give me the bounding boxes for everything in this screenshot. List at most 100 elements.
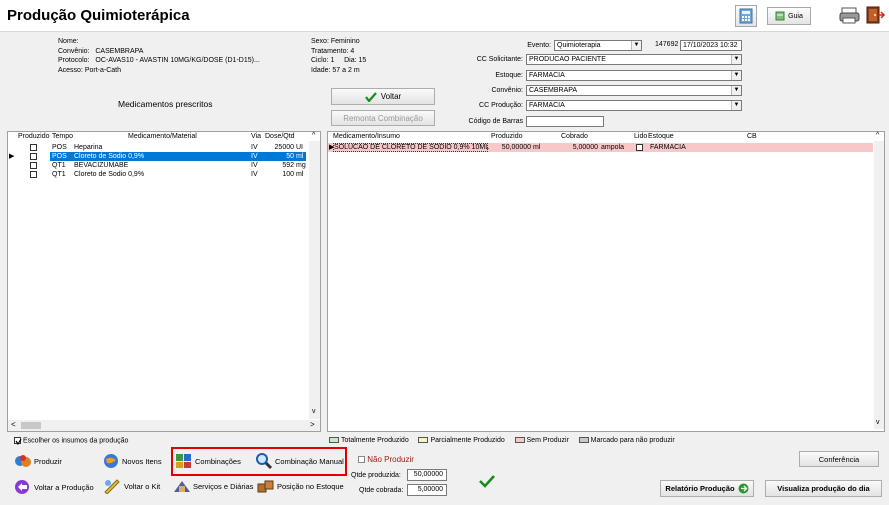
- produzido-checkbox[interactable]: [30, 171, 37, 178]
- estoque-label: Estoque:: [495, 72, 523, 79]
- arrow-right-circle-icon: [738, 483, 749, 494]
- calculator-button[interactable]: [735, 5, 757, 27]
- row-medicamento: Cloreto de Sodio 0,9%: [74, 153, 145, 160]
- section-title: Medicamentos prescritos: [118, 99, 213, 109]
- globe-icon: [104, 454, 118, 468]
- col-produzido: Produzido: [18, 133, 50, 140]
- cc-solicitante-select[interactable]: PRODUCAO PACIENTE ▼: [526, 54, 742, 65]
- scroll-up-icon[interactable]: ^: [876, 132, 879, 139]
- row-tempo: QT1: [52, 162, 66, 169]
- row-estoque: FARMACIA: [650, 144, 686, 151]
- table-row[interactable]: QT1 Cloreto de Sodio 0,9% IV 100 ml: [8, 170, 306, 179]
- prescribed-meds-table: Produzido Tempo Medicamento/Material Via…: [7, 131, 321, 432]
- scroll-up-icon[interactable]: ^: [312, 132, 315, 139]
- scroll-down-icon[interactable]: v: [312, 408, 316, 415]
- escolher-insumos-checkbox[interactable]: Escolher os insumos da produção: [14, 437, 128, 445]
- row-cobrado: 5,00000: [572, 144, 598, 151]
- scroll-left-icon[interactable]: <: [11, 420, 16, 429]
- title-bar: Produção Quimioterápica Guia: [0, 0, 889, 32]
- codigo-barras-input[interactable]: [526, 116, 604, 127]
- nao-produzir-label: Não Produzir: [367, 455, 414, 464]
- produzido-checkbox[interactable]: [30, 162, 37, 169]
- patient-sexo: Sexo: Feminino: [311, 38, 360, 45]
- scroll-down-icon[interactable]: v: [876, 419, 880, 426]
- row-insumo: SOLUCAO DE CLORETO DE SODIO 0,9% 10ML: [334, 144, 490, 151]
- row-dose: 25000: [274, 144, 294, 151]
- col-medicamento: Medicamento/Material: [128, 133, 197, 140]
- posicao-estoque-button[interactable]: Posição no Estoque: [257, 478, 344, 494]
- legend-item: Totalmente Produzido: [329, 437, 409, 444]
- printer-button[interactable]: [839, 5, 861, 25]
- guia-button[interactable]: Guia: [767, 7, 811, 25]
- col-dose: Dose/Qtd: [265, 133, 295, 140]
- nao-produzir-checkbox[interactable]: Não Produzir: [358, 455, 414, 464]
- patient-tratamento: Tratamento: 4: [311, 47, 355, 55]
- evento-select[interactable]: Quimioterapia ▼: [554, 40, 642, 51]
- voltar-button[interactable]: Voltar: [331, 88, 435, 105]
- confirm-button[interactable]: [479, 474, 495, 490]
- combinacoes-button[interactable]: Combinações: [175, 453, 241, 469]
- convenio-select[interactable]: CASEMBRAPA ▼: [526, 85, 742, 96]
- qtde-produzida-label: Qtde produzida:: [351, 472, 401, 479]
- checkmark-icon: [15, 438, 22, 445]
- patient-ciclo: Ciclo: 1: [311, 57, 335, 64]
- col-produzido: Produzido: [491, 133, 523, 140]
- checkmark-icon: [364, 91, 377, 102]
- novos-itens-button[interactable]: Novos Itens: [103, 453, 162, 469]
- checkmark-icon: [479, 475, 495, 488]
- voltar-producao-button[interactable]: Voltar a Produção: [14, 479, 94, 495]
- visualiza-producao-button[interactable]: Visualiza produção do dia: [765, 480, 882, 497]
- cc-producao-select[interactable]: FARMACIA ▼: [526, 100, 742, 111]
- qtde-cobrada-input[interactable]: 5,00000: [407, 484, 447, 496]
- patient-idade: Idade: 57 a 2 m: [311, 66, 360, 74]
- col-cobrado: Cobrado: [561, 133, 588, 140]
- table-row[interactable]: ▶ SOLUCAO DE CLORETO DE SODIO 0,9% 10ML …: [328, 143, 873, 152]
- remonta-combinacao-button[interactable]: Remonta Combinação: [331, 110, 435, 126]
- convenio-value: CASEMBRAPA: [529, 87, 578, 94]
- table-row-selected[interactable]: ▶ POS Cloreto de Sodio 0,9% IV 50 ml: [8, 152, 306, 161]
- checkbox-box[interactable]: [358, 456, 365, 464]
- convenio-label: Convênio:: [58, 47, 90, 55]
- chevron-down-icon: ▼: [731, 86, 741, 95]
- col-cb: CB: [747, 133, 757, 140]
- boxes-icon: [257, 480, 274, 493]
- cc-producao-value: FARMACIA: [529, 102, 565, 109]
- row-medicamento: Heparina: [74, 144, 103, 151]
- voltar-label: Voltar: [380, 92, 402, 101]
- vertical-scrollbar[interactable]: [874, 141, 884, 429]
- table-row[interactable]: POS Heparina IV 25000 UI: [8, 143, 306, 152]
- row-dose: 592: [282, 162, 294, 169]
- row-pointer-icon: ▶: [9, 153, 15, 160]
- produzido-checkbox[interactable]: [30, 153, 37, 160]
- qtde-produzida-input[interactable]: 50,00000: [407, 469, 447, 481]
- scroll-thumb[interactable]: [21, 422, 41, 429]
- row-unit: UI: [296, 144, 303, 151]
- col-via: Via: [251, 133, 261, 140]
- col-insumo: Medicamento/Insumo: [333, 133, 400, 140]
- combinations-icon: [176, 454, 191, 468]
- cc-solicitante-value: PRODUCAO PACIENTE: [529, 56, 606, 63]
- produzir-button[interactable]: Produzir: [14, 453, 62, 469]
- servicos-diarias-button[interactable]: Serviços e Diárias: [173, 478, 253, 494]
- kit-icon: [104, 479, 120, 494]
- conferencia-button[interactable]: Conferência: [799, 451, 879, 467]
- horizontal-scrollbar[interactable]: < >: [8, 420, 320, 431]
- checkbox-box[interactable]: [14, 437, 22, 445]
- produzido-checkbox[interactable]: [30, 144, 37, 151]
- table-row[interactable]: QT1 BEVACIZUMABE IV 592 mg: [8, 161, 306, 170]
- document-icon: [775, 11, 785, 21]
- scroll-right-icon[interactable]: >: [310, 420, 315, 429]
- vertical-scrollbar[interactable]: [309, 141, 320, 419]
- production-icon: [15, 455, 31, 467]
- legend: Totalmente Produzido Parcialmente Produz…: [329, 437, 675, 444]
- lido-checkbox[interactable]: [636, 144, 643, 151]
- exit-button[interactable]: [864, 5, 886, 25]
- estoque-select[interactable]: FARMACIA ▼: [526, 70, 742, 81]
- row-medicamento: Cloreto de Sodio 0,9%: [74, 171, 145, 178]
- combinacao-manual-button[interactable]: Combinação Manual: [255, 452, 344, 470]
- evento-datetime: 17/10/2023 10:32: [680, 40, 742, 51]
- relatorio-producao-button[interactable]: Relatório Produção: [660, 480, 754, 497]
- legend-item: Marcado para não produzir: [578, 437, 675, 444]
- voltar-kit-button[interactable]: Voltar o Kit: [103, 478, 160, 494]
- patient-dia: Dia: 15: [344, 57, 367, 64]
